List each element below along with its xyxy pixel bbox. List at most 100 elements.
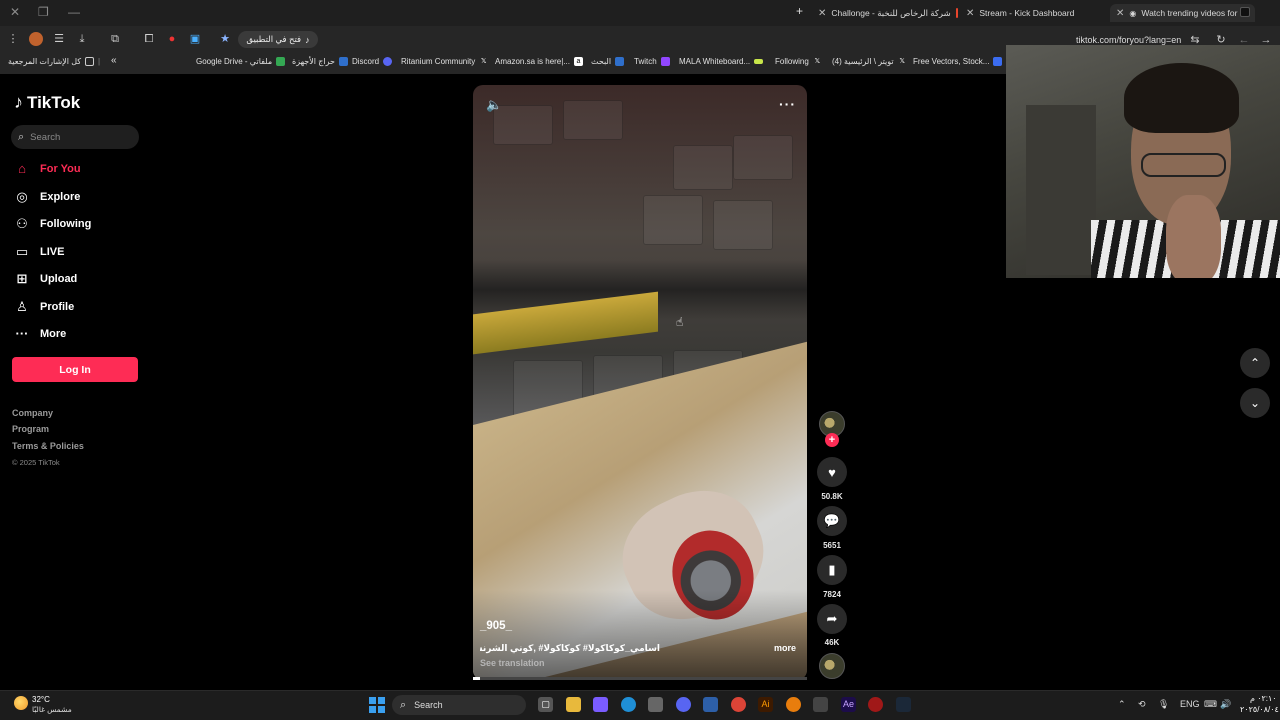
vpn-icon[interactable]: ▣ [188,32,202,46]
bookmark-label: (4) تويتر \ الرئيسية [832,57,894,66]
bookmark-star-icon[interactable]: ★ [218,32,232,46]
bookmark-amazon[interactable]: Amazon.sa is here|... a [495,57,583,66]
taskbar-search-label: Search [414,700,443,710]
bookmark-search[interactable]: البحث [591,57,625,66]
tray-chevron-up-icon[interactable]: ⌃ [1118,699,1126,710]
search-input[interactable]: ⌕ Search [11,125,139,149]
after-effects-icon[interactable]: Ae [841,697,856,712]
tab-challonge[interactable]: ✕ Challonge - شركة الرخاص للنخبة [818,4,958,22]
share-button[interactable]: ➦ [817,604,847,634]
nav-profile[interactable]: ♙ Profile [14,299,74,315]
extensions-icon[interactable]: ⧠ [142,32,156,46]
close-icon[interactable]: ✕ [966,8,974,19]
copilot-icon[interactable] [593,697,608,712]
edge-icon[interactable] [621,697,636,712]
task-view-icon[interactable]: ▢ [538,697,553,712]
footer-terms-link[interactable]: Terms & Policies [12,441,84,451]
profile-avatar-icon[interactable] [29,32,43,46]
tab-kick[interactable]: ✕ Stream - Kick Dashboard [966,4,1106,22]
live-icon: ▭ [15,244,29,259]
nav-more[interactable]: ··· More [14,326,67,341]
video-progress-bar[interactable] [473,677,807,680]
clock-date[interactable]: ٢٠٢٥/٠٨/٠٤ [1240,705,1279,714]
blender-icon[interactable] [786,697,801,712]
nav-live[interactable]: ▭ LIVE [14,244,65,260]
caption-more-button[interactable]: more [774,643,796,653]
opera-gx-icon[interactable] [868,697,883,712]
bookmark-discord[interactable]: Discord [352,57,393,66]
nav-following[interactable]: ⚇ Following [14,216,91,232]
download-icon[interactable]: ⤓ [75,32,89,46]
close-icon[interactable]: ✕ [818,8,826,19]
video-options-icon[interactable]: ··· [779,96,796,112]
settings-sliders-icon[interactable]: ☰ [52,32,66,46]
url-bar[interactable]: tiktok.com/foryou?lang=en [1076,35,1181,45]
windows-taskbar [0,690,1280,720]
microphone-icon[interactable]: 🎙 [1158,699,1169,710]
weather-sun-icon[interactable] [14,696,28,710]
amazon-icon: a [574,57,583,66]
previous-video-button[interactable]: ⌃ [1240,348,1270,378]
window-close-icon[interactable]: ✕ [10,5,20,19]
clock-time[interactable]: ٠٢:١٠ م [1250,694,1277,703]
login-button[interactable]: Log In [12,357,138,382]
volume-icon[interactable]: 🔈 [486,97,502,113]
opera-icon[interactable]: ● [165,32,179,46]
calculator-icon[interactable] [813,697,828,712]
close-icon[interactable]: ✕ [1116,8,1124,19]
bookmark-twitch[interactable]: Twitch [634,57,670,66]
chrome-icon[interactable] [731,697,746,712]
bookmark-haraj[interactable]: حراج الأجهزة [292,57,348,66]
bookmark-all[interactable]: كل الإشارات المرجعية [8,57,95,66]
nav-label: LIVE [40,246,65,258]
bookmark-following[interactable]: Following 𝕏 [775,57,822,66]
save-button[interactable]: ▮ [817,555,847,585]
new-tab-button[interactable]: + [796,4,803,18]
bookmark-ritanium[interactable]: Ritanium Community 𝕏 [401,57,488,66]
start-logo-pane [369,706,376,713]
language-indicator[interactable]: ENG [1180,699,1200,709]
footer-program-link[interactable]: Program [12,424,49,434]
store-icon[interactable] [648,697,663,712]
follow-plus-button[interactable]: + [825,433,839,447]
bookmark-label: MALA Whiteboard... [679,57,751,66]
video-author[interactable]: _905_ [480,620,512,632]
video-player[interactable] [473,85,807,680]
taskbar-search[interactable]: ⌕ Search [392,695,526,715]
comment-button[interactable]: 💬 [817,506,847,536]
weather-temperature[interactable]: 32°C [32,695,50,704]
streamer-glasses [1141,153,1226,177]
screenshot-icon[interactable]: ⧉ [108,32,122,46]
next-video-button[interactable]: ⌄ [1240,388,1270,418]
windows-start-button[interactable] [369,697,385,713]
network-icon[interactable]: ⌨ [1204,699,1217,710]
bookmark-free-vectors[interactable]: Free Vectors, Stock... [913,57,1003,66]
file-explorer-icon[interactable] [566,697,581,712]
window-maximize-icon[interactable]: ❐ [38,5,49,19]
nav-for-you[interactable]: ⌂ For You [14,161,80,176]
mail-icon[interactable] [703,697,718,712]
menu-dots-icon[interactable]: ⋮ [6,32,20,46]
window-minimize-icon[interactable]: — [68,5,80,19]
open-in-app-chip[interactable]: فتح في التطبيق ♪ [238,31,318,48]
steam-icon[interactable] [896,697,911,712]
tray-app-icon[interactable]: ⟲ [1138,699,1146,710]
nav-upload[interactable]: ⊞ Upload [14,271,78,287]
bookmark-twitter-home[interactable]: (4) تويتر \ الرئيسية 𝕏 [832,57,907,66]
chevron-double-left-icon[interactable]: « [111,55,117,66]
nav-explore[interactable]: ◎ Explore [14,189,80,205]
tiktok-logo[interactable]: ♪ TikTok [14,92,80,113]
tiktok-note-icon: ♪ [14,92,23,112]
like-button[interactable]: ♥ [817,457,847,487]
speaker-icon[interactable]: 🔊 [1220,699,1231,710]
see-translation-link[interactable]: See translation [480,658,545,668]
bookmark-google-drive[interactable]: Google Drive - ملفاتي [196,57,286,66]
tab-tiktok[interactable]: ✕ ◉ Watch trending videos for [1110,4,1255,22]
footer-company-link[interactable]: Company [12,408,53,418]
discord-app-icon[interactable] [676,697,691,712]
sound-disc-avatar[interactable] [819,653,845,679]
x-icon: 𝕏 [814,58,821,65]
illustrator-icon[interactable]: Ai [758,697,773,712]
comment-icon: 💬 [823,513,841,528]
bookmark-mala-whiteboard[interactable]: MALA Whiteboard... [679,57,764,66]
